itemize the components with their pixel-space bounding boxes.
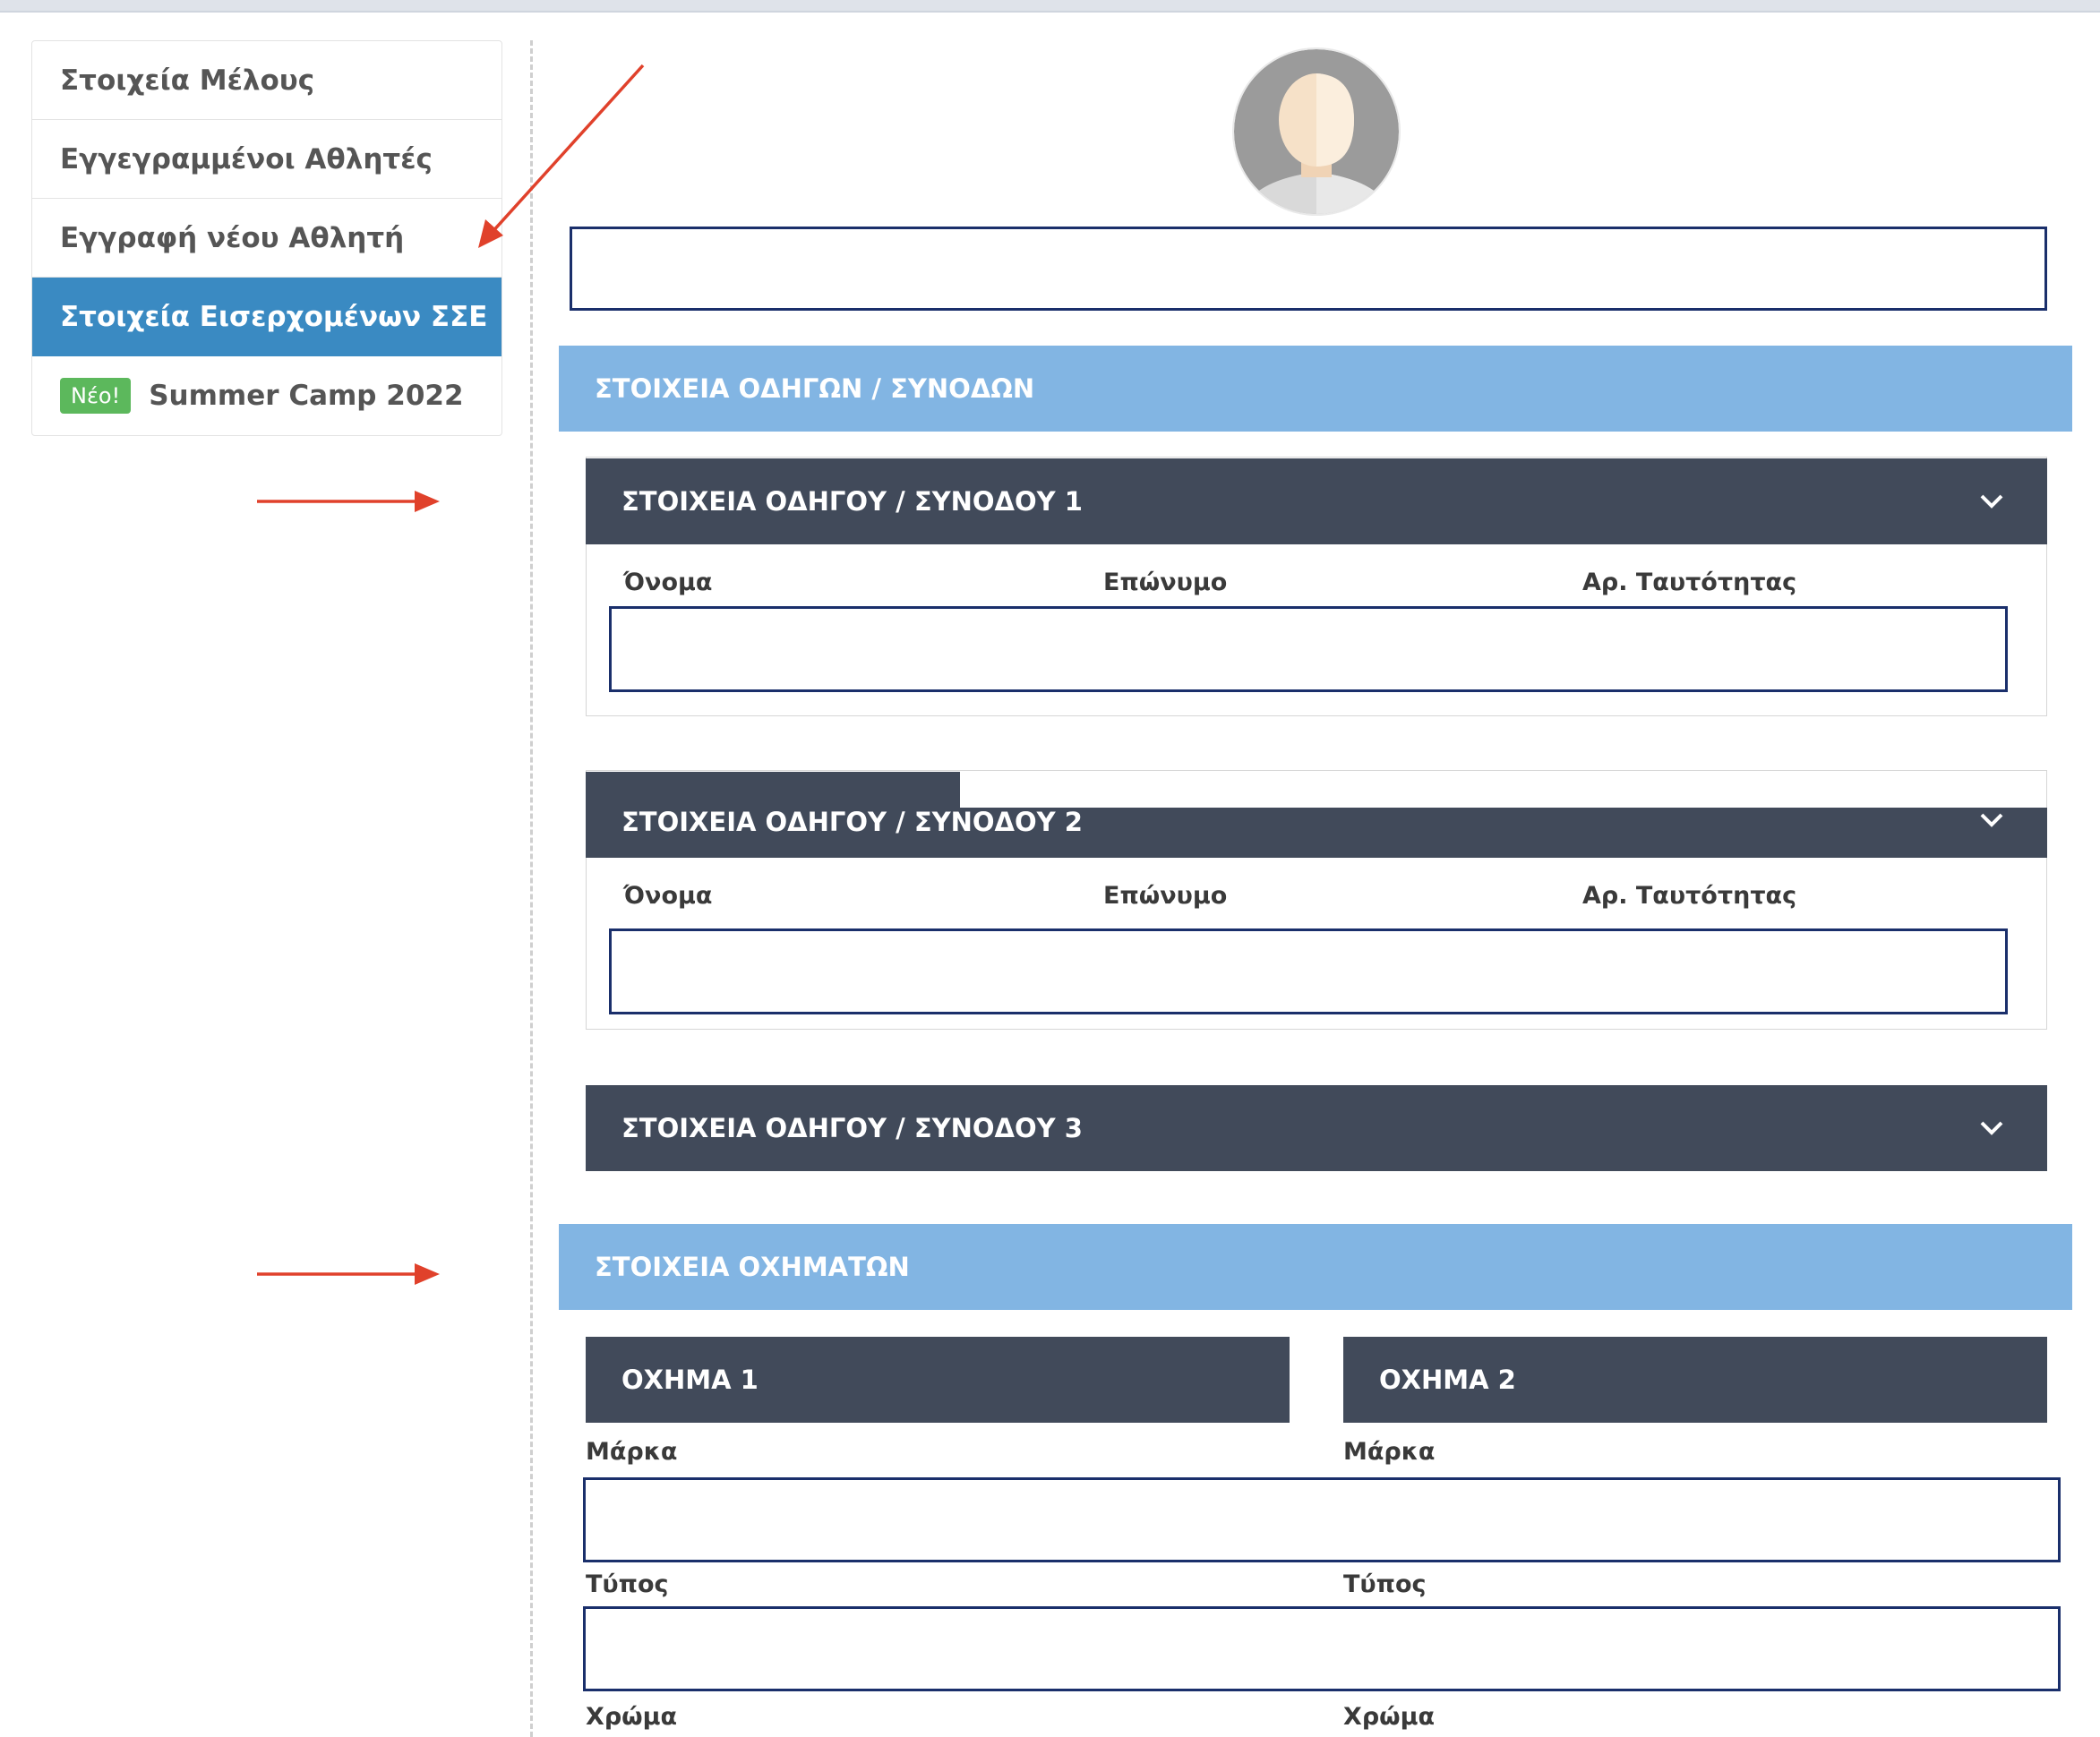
- sidebar-item-registered-athletes[interactable]: Εγγεγραμμένοι Αθλητές: [32, 120, 501, 199]
- driver-2-input[interactable]: [609, 928, 2008, 1014]
- driver-1-panel-header[interactable]: ΣΤΟΙΧΕΙΑ ΟΔΗΓΟΥ / ΣΥΝΟΔΟΥ 1: [586, 458, 2047, 544]
- sidebar-item-label: Summer Camp 2022: [149, 380, 464, 412]
- driver-3-title: ΣΤΟΙΧΕΙΑ ΟΔΗΓΟΥ / ΣΥΝΟΔΟΥ 3: [621, 1113, 1083, 1143]
- driver-1-last-name-label: Επώνυμο: [1103, 569, 1228, 596]
- vehicle-1-header: ΟΧΗΜΑ 1: [586, 1337, 1290, 1423]
- sidebar-item-label: Εγγεγραμμένοι Αθλητές: [60, 142, 433, 175]
- annotation-arrow-vehicles-icon: [257, 1263, 440, 1285]
- driver-3-panel-header[interactable]: ΣΤΟΙΧΕΙΑ ΟΔΗΓΟΥ / ΣΥΝΟΔΟΥ 3: [586, 1085, 2047, 1171]
- vehicle-2-type-label: Τύπος: [1343, 1570, 1427, 1598]
- vehicles-section-header: ΣΤΟΙΧΕΙΑ ΟΧΗΜΑΤΩΝ: [559, 1224, 2072, 1310]
- type-input[interactable]: [583, 1606, 2061, 1691]
- top-text-input[interactable]: [570, 227, 2047, 311]
- sidebar-item-label: Εγγραφή νέου Αθλητή: [60, 221, 405, 254]
- new-badge: Νέο!: [60, 378, 132, 414]
- brand-input[interactable]: [583, 1477, 2061, 1562]
- driver-2-title: ΣΤΟΙΧΕΙΑ ΟΔΗΓΟΥ / ΣΥΝΟΔΟΥ 2: [621, 807, 1083, 837]
- vehicle-2-header: ΟΧΗΜΑ 2: [1343, 1337, 2047, 1423]
- drivers-section-title: ΣΤΟΙΧΕΙΑ ΟΔΗΓΩΝ / ΣΥΝΟΔΩΝ: [595, 373, 1035, 404]
- driver-1-input[interactable]: [609, 606, 2008, 692]
- vehicle-2-brand-label: Μάρκα: [1343, 1438, 1436, 1466]
- chevron-down-icon[interactable]: [1979, 811, 2004, 829]
- sidebar-item-register-new-athlete[interactable]: Εγγραφή νέου Αθλητή: [32, 199, 501, 278]
- avatar: [1232, 47, 1401, 216]
- browser-top-strip: [0, 0, 2100, 13]
- sidebar-item-member-details[interactable]: Στοιχεία Μέλους: [32, 41, 501, 120]
- sidebar-item-incoming-details[interactable]: Στοιχεία Εισερχομένων ΣΣΕ: [32, 278, 501, 356]
- driver-2-first-name-label: Όνομα: [623, 882, 713, 910]
- drivers-section-header: ΣΤΟΙΧΕΙΑ ΟΔΗΓΩΝ / ΣΥΝΟΔΩΝ: [559, 346, 2072, 432]
- annotation-arrow-drivers-icon: [257, 491, 440, 512]
- annotation-arrow-diagonal-icon: [478, 64, 645, 248]
- driver-1-id-label: Αρ. Ταυτότητας: [1582, 569, 1797, 596]
- vehicle-2-color-label: Χρώμα: [1343, 1703, 1436, 1731]
- driver-1-title: ΣΤΟΙΧΕΙΑ ΟΔΗΓΟΥ / ΣΥΝΟΔΟΥ 1: [621, 486, 1083, 517]
- vehicles-section-title: ΣΤΟΙΧΕΙΑ ΟΧΗΜΑΤΩΝ: [595, 1252, 910, 1282]
- sidebar-item-label: Στοιχεία Μέλους: [60, 64, 315, 97]
- column-divider: [530, 40, 533, 1737]
- sidebar-item-label: Στοιχεία Εισερχομένων ΣΣΕ: [60, 300, 488, 333]
- sidebar-nav: Στοιχεία Μέλους Εγγεγραμμένοι Αθλητές Εγ…: [31, 40, 502, 436]
- vehicle-1-brand-label: Μάρκα: [586, 1438, 678, 1466]
- vehicle-1-type-label: Τύπος: [586, 1570, 669, 1598]
- driver-2-id-label: Αρ. Ταυτότητας: [1582, 882, 1797, 910]
- driver-2-panel-header[interactable]: ΣΤΟΙΧΕΙΑ ΟΔΗΓΟΥ / ΣΥΝΟΔΟΥ 2: [586, 772, 2047, 858]
- driver-1-first-name-label: Όνομα: [623, 569, 713, 596]
- vehicle-1-title: ΟΧΗΜΑ 1: [621, 1365, 759, 1395]
- driver-2-last-name-label: Επώνυμο: [1103, 882, 1228, 910]
- vehicle-1-color-label: Χρώμα: [586, 1703, 678, 1731]
- chevron-down-icon[interactable]: [1979, 492, 2004, 510]
- vehicle-2-title: ΟΧΗΜΑ 2: [1379, 1365, 1516, 1395]
- chevron-down-icon[interactable]: [1979, 1119, 2004, 1137]
- sidebar-item-summer-camp[interactable]: Νέο! Summer Camp 2022: [32, 356, 501, 435]
